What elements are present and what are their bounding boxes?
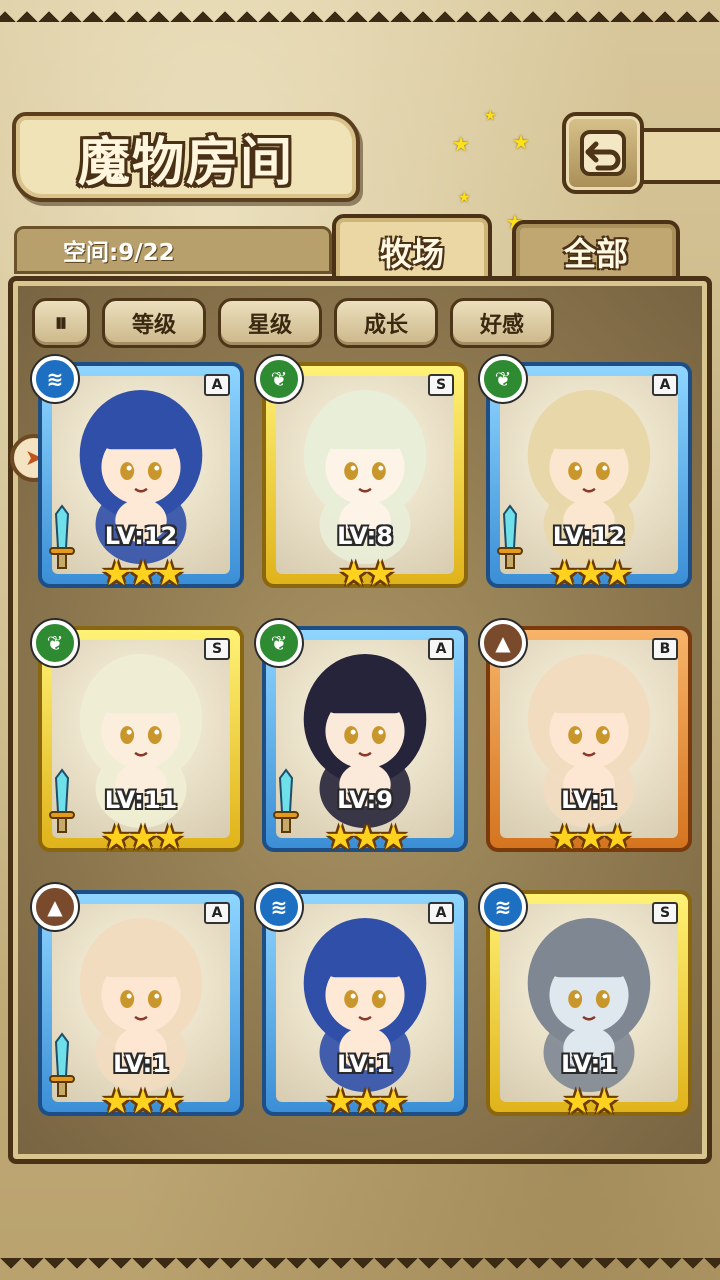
- nature-element-icon: ❦: [480, 356, 526, 402]
- water-element-icon: ≋: [32, 356, 78, 402]
- monster-level: LV:1: [561, 786, 617, 814]
- monster-card[interactable]: A ≋ LV:1 ★★★: [256, 884, 468, 1122]
- sort-order-toggle-button[interactable]: ⏸: [32, 298, 90, 348]
- monster-card[interactable]: S ❦ LV:11 ★★★: [32, 620, 244, 858]
- sparkle-star-icon: ★: [458, 190, 471, 206]
- water-element-icon: ≋: [256, 884, 302, 930]
- star-rating: ★★: [338, 554, 396, 594]
- star-rating: ★★★: [101, 818, 184, 858]
- monster-card[interactable]: A ▲ LV:1 ★★★: [32, 884, 244, 1122]
- tab-all[interactable]: 全部: [512, 220, 680, 280]
- monster-level: LV:1: [561, 1050, 617, 1078]
- tab-label: 牧场: [379, 235, 444, 273]
- pause-sort-icon: ⏸: [54, 307, 68, 338]
- back-arrow-icon: [580, 130, 626, 176]
- star-rating: ★★★: [101, 1082, 184, 1122]
- star-rating: ★★★: [325, 818, 408, 858]
- monster-card[interactable]: A ❦ LV:12 ★★★: [480, 356, 692, 594]
- bottom-border-decoration: [0, 1258, 720, 1280]
- top-border-decoration: [0, 0, 720, 22]
- rank-badge: B: [652, 638, 678, 660]
- nature-element-icon: ❦: [256, 356, 302, 402]
- space-label: 空间:9/22: [63, 240, 175, 266]
- star-rating: ★★★: [101, 554, 184, 594]
- star-rating: ★★★: [549, 818, 632, 858]
- rank-badge: A: [428, 638, 454, 660]
- water-element-icon: ≋: [480, 884, 526, 930]
- monster-card[interactable]: S ❦ LV:8 ★★: [256, 356, 468, 594]
- space-counter: 空间:9/22: [14, 226, 332, 274]
- nature-element-icon: ❦: [32, 620, 78, 666]
- tab-label: 全部: [563, 235, 628, 273]
- rank-badge: A: [428, 902, 454, 924]
- rank-badge: S: [428, 374, 454, 396]
- monster-card[interactable]: S ≋ LV:1 ★★: [480, 884, 692, 1122]
- monster-card[interactable]: A ❦ LV:9 ★★★: [256, 620, 468, 858]
- sparkle-star-icon: ★: [484, 108, 497, 124]
- sort-level-button[interactable]: 等级: [102, 298, 206, 348]
- monster-card[interactable]: B ▲ LV:1 ★★★: [480, 620, 692, 858]
- sparkle-star-icon: ★: [452, 132, 470, 156]
- star-rating: ★★★: [325, 1082, 408, 1122]
- star-rating: ★★: [562, 1082, 620, 1122]
- back-rail-decoration: [640, 128, 720, 184]
- star-rating: ★★★: [549, 554, 632, 594]
- monster-level: LV:1: [337, 1050, 393, 1078]
- rank-badge: S: [652, 902, 678, 924]
- rank-badge: S: [204, 638, 230, 660]
- nature-element-icon: ❦: [256, 620, 302, 666]
- sort-affection-button[interactable]: 好感: [450, 298, 554, 348]
- rank-badge: A: [204, 374, 230, 396]
- filter-bar: ⏸ 等级 星级 成长 好感: [32, 298, 554, 348]
- sort-star-button[interactable]: 星级: [218, 298, 322, 348]
- earth-element-icon: ▲: [32, 884, 78, 930]
- back-button[interactable]: [562, 112, 644, 194]
- title-plate: 魔物房间: [12, 112, 360, 202]
- sort-growth-button[interactable]: 成长: [334, 298, 438, 348]
- earth-element-icon: ▲: [480, 620, 526, 666]
- rank-badge: A: [204, 902, 230, 924]
- rank-badge: A: [652, 374, 678, 396]
- sparkle-star-icon: ★: [512, 130, 530, 154]
- page-title: 魔物房间: [77, 131, 294, 193]
- monster-level: LV:8: [337, 522, 393, 550]
- monster-card[interactable]: A ≋ LV:12 ★★★: [32, 356, 244, 594]
